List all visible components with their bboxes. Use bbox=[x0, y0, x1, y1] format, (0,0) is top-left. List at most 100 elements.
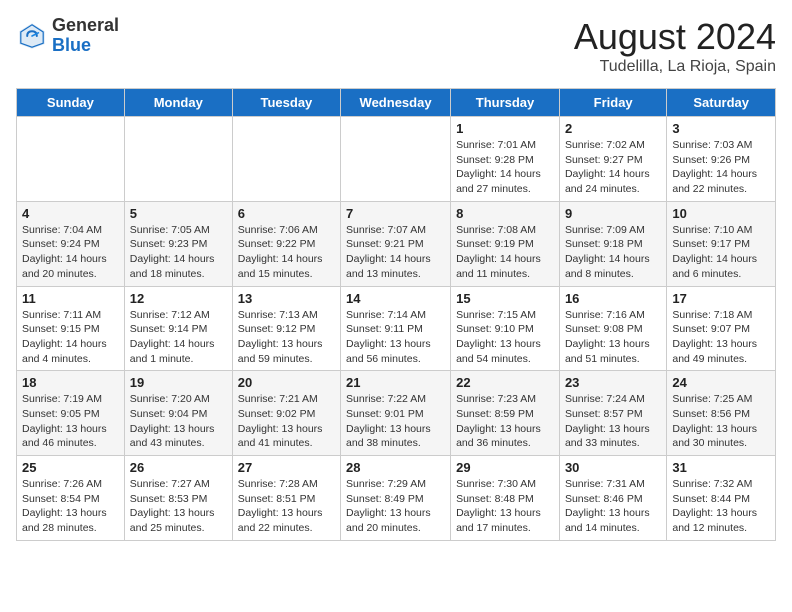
day-number: 7 bbox=[346, 206, 445, 221]
day-header-tuesday: Tuesday bbox=[232, 89, 340, 117]
calendar-cell bbox=[341, 117, 451, 202]
day-header-saturday: Saturday bbox=[667, 89, 776, 117]
day-number: 26 bbox=[130, 460, 227, 475]
calendar-cell: 21 Sunrise: 7:22 AMSunset: 9:01 PMDayligh… bbox=[341, 371, 451, 456]
calendar-cell: 7Sunrise: 7:07 AMSunset: 9:21 PMDaylight… bbox=[341, 201, 451, 286]
logo-general-text: General bbox=[52, 16, 119, 36]
day-number: 6 bbox=[238, 206, 335, 221]
calendar-cell: 19 Sunrise: 7:20 AMSunset: 9:04 PMDayligh… bbox=[124, 371, 232, 456]
calendar-cell: 9 Sunrise: 7:09 AMSunset: 9:18 PMDaylight… bbox=[559, 201, 666, 286]
calendar-week-5: 25 Sunrise: 7:26 AMSunset: 8:54 PMDayligh… bbox=[17, 456, 776, 541]
calendar-cell: 26 Sunrise: 7:27 AMSunset: 8:53 PMDayligh… bbox=[124, 456, 232, 541]
day-info: Sunrise: 7:08 AMSunset: 9:19 PMDaylight:… bbox=[456, 223, 554, 282]
calendar-cell: 18Sunrise: 7:19 AMSunset: 9:05 PMDayligh… bbox=[17, 371, 125, 456]
day-info: Sunrise: 7:05 AMSunset: 9:23 PMDaylight:… bbox=[130, 223, 227, 282]
calendar-cell: 14 Sunrise: 7:14 AMSunset: 9:11 PMDayligh… bbox=[341, 286, 451, 371]
day-number: 14 bbox=[346, 291, 445, 306]
day-info: Sunrise: 7:26 AMSunset: 8:54 PMDaylight:… bbox=[22, 477, 119, 536]
day-header-friday: Friday bbox=[559, 89, 666, 117]
day-info: Sunrise: 7:04 AMSunset: 9:24 PMDaylight:… bbox=[22, 223, 119, 282]
day-info: Sunrise: 7:23 AMSunset: 8:59 PMDaylight:… bbox=[456, 392, 554, 451]
day-header-sunday: Sunday bbox=[17, 89, 125, 117]
calendar-cell: 30 Sunrise: 7:31 AMSunset: 8:46 PMDayligh… bbox=[559, 456, 666, 541]
day-number: 9 bbox=[565, 206, 661, 221]
calendar-cell: 3 Sunrise: 7:03 AMSunset: 9:26 PMDaylight… bbox=[667, 117, 776, 202]
calendar-cell: 4 Sunrise: 7:04 AMSunset: 9:24 PMDaylight… bbox=[17, 201, 125, 286]
day-number: 20 bbox=[238, 375, 335, 390]
day-number: 13 bbox=[238, 291, 335, 306]
day-number: 10 bbox=[672, 206, 770, 221]
day-number: 19 bbox=[130, 375, 227, 390]
calendar-cell: 25 Sunrise: 7:26 AMSunset: 8:54 PMDayligh… bbox=[17, 456, 125, 541]
day-number: 11 bbox=[22, 291, 119, 306]
calendar-cell: 27 Sunrise: 7:28 AMSunset: 8:51 PMDayligh… bbox=[232, 456, 340, 541]
day-info: Sunrise: 7:06 AMSunset: 9:22 PMDaylight:… bbox=[238, 223, 335, 282]
day-info: Sunrise: 7:02 AMSunset: 9:27 PMDaylight:… bbox=[565, 138, 661, 197]
day-info: Sunrise: 7:20 AMSunset: 9:04 PMDaylight:… bbox=[130, 392, 227, 451]
day-number: 27 bbox=[238, 460, 335, 475]
calendar-cell: 17Sunrise: 7:18 AMSunset: 9:07 PMDayligh… bbox=[667, 286, 776, 371]
calendar-cell: 6 Sunrise: 7:06 AMSunset: 9:22 PMDaylight… bbox=[232, 201, 340, 286]
day-info: Sunrise: 7:22 AMSunset: 9:01 PMDaylight:… bbox=[346, 392, 445, 451]
calendar-cell: 8 Sunrise: 7:08 AMSunset: 9:19 PMDaylight… bbox=[451, 201, 560, 286]
calendar-week-4: 18Sunrise: 7:19 AMSunset: 9:05 PMDayligh… bbox=[17, 371, 776, 456]
day-info: Sunrise: 7:31 AMSunset: 8:46 PMDaylight:… bbox=[565, 477, 661, 536]
day-info: Sunrise: 7:27 AMSunset: 8:53 PMDaylight:… bbox=[130, 477, 227, 536]
logo-text: General Blue bbox=[52, 16, 119, 56]
logo-icon bbox=[16, 20, 48, 52]
calendar-week-2: 4 Sunrise: 7:04 AMSunset: 9:24 PMDaylight… bbox=[17, 201, 776, 286]
calendar-cell: 10 Sunrise: 7:10 AMSunset: 9:17 PMDayligh… bbox=[667, 201, 776, 286]
day-info: Sunrise: 7:28 AMSunset: 8:51 PMDaylight:… bbox=[238, 477, 335, 536]
day-header-wednesday: Wednesday bbox=[341, 89, 451, 117]
calendar-cell: 28 Sunrise: 7:29 AMSunset: 8:49 PMDayligh… bbox=[341, 456, 451, 541]
day-info: Sunrise: 7:24 AMSunset: 8:57 PMDaylight:… bbox=[565, 392, 661, 451]
logo: General Blue bbox=[16, 16, 119, 56]
month-title: August 2024 bbox=[574, 16, 776, 58]
day-number: 2 bbox=[565, 121, 661, 136]
day-header-monday: Monday bbox=[124, 89, 232, 117]
day-info: Sunrise: 7:03 AMSunset: 9:26 PMDaylight:… bbox=[672, 138, 770, 197]
day-info: Sunrise: 7:01 AMSunset: 9:28 PMDaylight:… bbox=[456, 138, 554, 197]
day-number: 21 bbox=[346, 375, 445, 390]
calendar-cell: 31Sunrise: 7:32 AMSunset: 8:44 PMDayligh… bbox=[667, 456, 776, 541]
calendar-week-3: 11 Sunrise: 7:11 AMSunset: 9:15 PMDayligh… bbox=[17, 286, 776, 371]
day-info: Sunrise: 7:21 AMSunset: 9:02 PMDaylight:… bbox=[238, 392, 335, 451]
day-number: 17 bbox=[672, 291, 770, 306]
day-number: 24 bbox=[672, 375, 770, 390]
day-number: 12 bbox=[130, 291, 227, 306]
calendar-cell: 16Sunrise: 7:16 AMSunset: 9:08 PMDayligh… bbox=[559, 286, 666, 371]
day-number: 16 bbox=[565, 291, 661, 306]
page-header: General Blue August 2024 Tudelilla, La R… bbox=[16, 16, 776, 76]
day-info: Sunrise: 7:25 AMSunset: 8:56 PMDaylight:… bbox=[672, 392, 770, 451]
day-number: 4 bbox=[22, 206, 119, 221]
day-info: Sunrise: 7:14 AMSunset: 9:11 PMDaylight:… bbox=[346, 308, 445, 367]
calendar-cell bbox=[124, 117, 232, 202]
day-number: 23 bbox=[565, 375, 661, 390]
day-info: Sunrise: 7:30 AMSunset: 8:48 PMDaylight:… bbox=[456, 477, 554, 536]
day-info: Sunrise: 7:09 AMSunset: 9:18 PMDaylight:… bbox=[565, 223, 661, 282]
calendar-cell: 15Sunrise: 7:15 AMSunset: 9:10 PMDayligh… bbox=[451, 286, 560, 371]
day-info: Sunrise: 7:12 AMSunset: 9:14 PMDaylight:… bbox=[130, 308, 227, 367]
calendar-cell: 22Sunrise: 7:23 AMSunset: 8:59 PMDayligh… bbox=[451, 371, 560, 456]
day-number: 31 bbox=[672, 460, 770, 475]
calendar-cell: 12 Sunrise: 7:12 AMSunset: 9:14 PMDayligh… bbox=[124, 286, 232, 371]
calendar-cell: 23 Sunrise: 7:24 AMSunset: 8:57 PMDayligh… bbox=[559, 371, 666, 456]
calendar-cell: 24 Sunrise: 7:25 AMSunset: 8:56 PMDayligh… bbox=[667, 371, 776, 456]
calendar-cell bbox=[17, 117, 125, 202]
calendar-cell: 2 Sunrise: 7:02 AMSunset: 9:27 PMDaylight… bbox=[559, 117, 666, 202]
day-number: 18 bbox=[22, 375, 119, 390]
title-block: August 2024 Tudelilla, La Rioja, Spain bbox=[574, 16, 776, 76]
calendar-header-row: SundayMondayTuesdayWednesdayThursdayFrid… bbox=[17, 89, 776, 117]
logo-blue-text: Blue bbox=[52, 36, 119, 56]
day-number: 3 bbox=[672, 121, 770, 136]
day-number: 25 bbox=[22, 460, 119, 475]
day-info: Sunrise: 7:15 AMSunset: 9:10 PMDaylight:… bbox=[456, 308, 554, 367]
day-number: 29 bbox=[456, 460, 554, 475]
day-info: Sunrise: 7:11 AMSunset: 9:15 PMDaylight:… bbox=[22, 308, 119, 367]
day-info: Sunrise: 7:29 AMSunset: 8:49 PMDaylight:… bbox=[346, 477, 445, 536]
day-number: 8 bbox=[456, 206, 554, 221]
calendar-table: SundayMondayTuesdayWednesdayThursdayFrid… bbox=[16, 88, 776, 541]
day-info: Sunrise: 7:10 AMSunset: 9:17 PMDaylight:… bbox=[672, 223, 770, 282]
day-number: 28 bbox=[346, 460, 445, 475]
day-number: 30 bbox=[565, 460, 661, 475]
